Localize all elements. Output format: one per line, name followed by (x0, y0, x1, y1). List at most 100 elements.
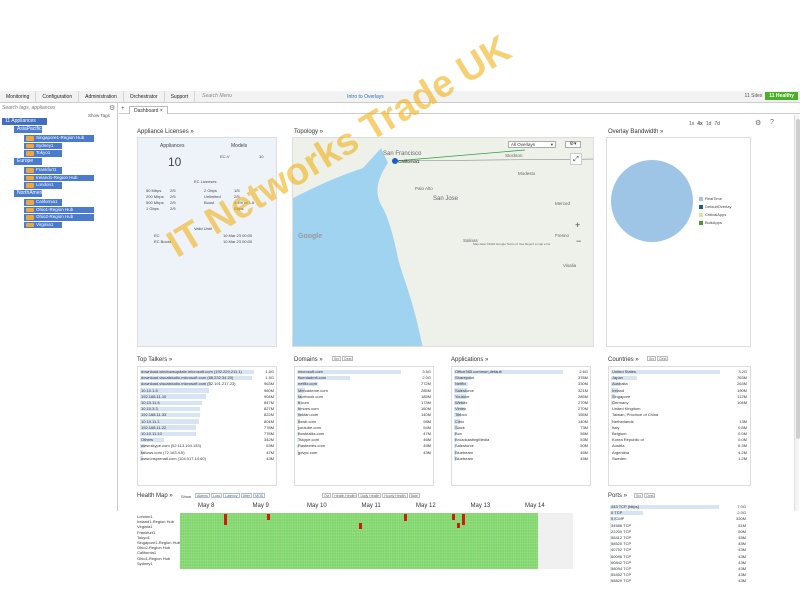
health-view-filter[interactable]: Health Health (332, 493, 358, 498)
top_talkers-row[interactable]: download.visualstudio.microsoft.com (52.… (140, 381, 276, 387)
domains-row[interactable]: microsoft.com 3.5G (297, 369, 433, 375)
countries-row[interactable]: Sweden 1.2M (611, 456, 750, 462)
countries-row[interactable]: Japan 763M (611, 375, 750, 381)
domains-row[interactable]: linkfan.com 140M (297, 412, 433, 418)
tree-leaf[interactable]: Ireland1-Region Hub (24, 174, 94, 181)
ports-row[interactable]: 34586 TCP 51M (610, 523, 749, 529)
ports-row[interactable]: 443 TCP (https) 7.0G (610, 504, 749, 510)
tree-leaf[interactable]: Singapore1-Region Hub (24, 135, 94, 142)
top_talkers-row[interactable]: 192.168.11.22 778M (140, 425, 276, 431)
countries-row[interactable]: Netherlands 13M (611, 419, 750, 425)
domains-row[interactable]: netflix.com 772M (297, 381, 433, 387)
applications-row[interactable]: Vimeo 270M (454, 406, 590, 412)
countries-row[interactable]: Australia 263M (611, 381, 750, 387)
tree-root[interactable]: 11 Appliances (2, 118, 47, 125)
legend-item[interactable]: RealTime (699, 196, 722, 201)
health-cell-alarm[interactable] (452, 514, 455, 520)
zoom-1d[interactable]: 1d (706, 121, 712, 127)
domains-row[interactable]: Rasteeres.com 45M (297, 443, 433, 449)
tree-leaf[interactable]: London1 (24, 182, 62, 189)
health-show-filter[interactable]: Alarms (195, 493, 210, 498)
ports-title[interactable]: Ports » (608, 493, 627, 499)
appliance-licenses-title[interactable]: Appliance Licenses » (137, 129, 194, 135)
ports-row[interactable]: 55452 TCP 43M (610, 572, 749, 578)
nav-configuration[interactable]: Configuration (36, 90, 80, 103)
top_talkers-row[interactable]: 10.10.3.3 827M (140, 406, 276, 412)
overlay-select[interactable]: All Overlays ▾ (508, 141, 556, 148)
ports-row[interactable]: 60842 TCP 43M (610, 560, 749, 566)
applications-title[interactable]: Applications » (451, 357, 488, 363)
countries-row[interactable]: Taiwan, Province of China (611, 412, 750, 418)
countries-row[interactable]: Korea Republic of 0.0M (611, 437, 750, 443)
domains-row[interactable]: youtube.com 54M (297, 425, 433, 431)
main-scrollbar[interactable] (794, 115, 800, 511)
countries-filter-src[interactable]: Src (647, 356, 657, 361)
applications-row[interactable]: Salesforce 321M (454, 388, 590, 394)
health-show-filter[interactable]: Jitter (240, 493, 253, 498)
domains-title[interactable]: Domains » (294, 357, 323, 363)
top_talkers-row[interactable]: 10.10.11.1 804M (140, 419, 276, 425)
domains-row[interactable]: facebook.com 185M (297, 394, 433, 400)
ports-row[interactable]: 0 TCP 2.0G (610, 510, 749, 516)
top_talkers-row[interactable]: download.visualstudio.microsoft.com (68.… (140, 375, 276, 381)
ports-row[interactable]: 0 ICMP 320M (610, 516, 749, 522)
health-cell-alarm[interactable] (224, 514, 227, 525)
domains-row[interactable]: fluentadmit.com 2.0G (297, 375, 433, 381)
health-map-grid[interactable] (180, 513, 573, 569)
legend-item[interactable]: BulkApps (699, 220, 722, 225)
countries-filter-dest[interactable]: Dest (657, 356, 669, 361)
countries-row[interactable]: Singapore 112M (611, 394, 750, 400)
countries-row[interactable]: Belgium 0.0M (611, 431, 750, 437)
healthy-badge[interactable]: 11 Healthy (765, 92, 798, 100)
tab-dashboard[interactable]: Dashboard × (129, 106, 168, 114)
ports-filter-src[interactable]: Src (634, 493, 644, 498)
health-view-filter[interactable]: Ovl (322, 493, 332, 498)
health-show-filter[interactable]: MOS (253, 493, 266, 498)
applications-row[interactable]: Box 56M (454, 431, 590, 437)
applications-row[interactable]: BroadcastingMedia 53M (454, 437, 590, 443)
zoom-1x[interactable]: 1x (689, 121, 694, 127)
domains-row[interactable]: gdvpc.com 43M (297, 450, 433, 456)
top_talkers-row[interactable]: Others 342M (140, 437, 276, 443)
nav-monitoring[interactable]: Monitoring (0, 90, 37, 103)
top_talkers-row[interactable]: www.skype.com (52.113.194.133) 53M (140, 443, 276, 449)
countries-row[interactable]: Italy 0.8M (611, 425, 750, 431)
tree-leaf[interactable]: California1 (24, 199, 62, 206)
nav-orchestrator[interactable]: Orchestrator (124, 90, 165, 103)
top_talkers-row[interactable]: fallows.com (72.163.4.5) 47M (140, 450, 276, 456)
health-show-filter[interactable]: Latency (223, 493, 240, 498)
top_talkers-row[interactable]: 10.10.11.10 778M (140, 431, 276, 437)
tree-leaf[interactable]: Frankfurt1 (24, 167, 62, 174)
close-icon[interactable]: × (160, 108, 163, 114)
legend-item[interactable]: CriticalApps (699, 212, 726, 217)
health-cell-alarm[interactable] (359, 523, 362, 529)
map-settings-icon[interactable]: ⚙▾ (565, 141, 581, 148)
tree-group-0[interactable]: AsiaPacific (14, 126, 42, 133)
scrollbar-thumb[interactable] (795, 119, 800, 439)
health-view-filter[interactable]: Daily Health (358, 493, 382, 498)
health-cell-alarm[interactable] (457, 523, 460, 528)
top_talkers-row[interactable]: 10.10.1.5 960M (140, 388, 276, 394)
applications-row[interactable]: Citrix 140M (454, 419, 590, 425)
applications-row[interactable]: Youtube 285M (454, 394, 590, 400)
countries-title[interactable]: Countries » (608, 357, 639, 363)
menu-search-input[interactable]: Search Menu (199, 92, 339, 101)
top_talkers-row[interactable]: download.windowsupdate.microsoft.com (19… (140, 369, 276, 375)
tree-leaf[interactable]: Ohio2-Region Hub (24, 214, 94, 221)
top-talkers-title[interactable]: Top Talkers » (137, 357, 172, 363)
applications-row[interactable]: Office365.common,default 2.6G (454, 369, 590, 375)
tree-group-1[interactable]: Europe (14, 158, 42, 165)
map-zoom-out[interactable]: − (576, 236, 581, 246)
top_talkers-row[interactable]: 192.168.11.10 904M (140, 394, 276, 400)
ports-row[interactable]: 58520 TCP 45M (610, 541, 749, 547)
health-view-filter[interactable]: Bate (408, 493, 420, 498)
top_talkers-row[interactable]: 10.10.11.5 847M (140, 400, 276, 406)
appliance-search-input[interactable]: Search tags, appliances (2, 105, 107, 113)
ports-row[interactable]: 40752 TCP 43M (610, 547, 749, 553)
applications-row[interactable]: Netflix 330M (454, 381, 590, 387)
ports-filter-dest[interactable]: Dest (644, 493, 656, 498)
applications-row[interactable]: Tibbco 155M (454, 412, 590, 418)
add-tab-icon[interactable]: + (121, 106, 125, 112)
domains-row[interactable]: flowb.com 98M (297, 419, 433, 425)
nav-administration[interactable]: Administration (79, 90, 124, 103)
